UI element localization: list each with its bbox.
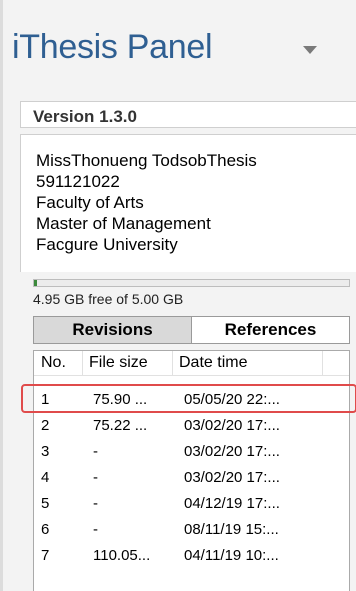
selected-row-highlight xyxy=(21,384,356,413)
row-no: 6 xyxy=(41,521,50,538)
chevron-down-icon xyxy=(303,46,317,54)
row-date-time: 03/02/20 17:... xyxy=(184,417,280,434)
row-date-time: 04/12/19 17:... xyxy=(184,495,280,512)
tab-revisions[interactable]: Revisions xyxy=(33,316,191,344)
row-file-size: 75.22 ... xyxy=(93,417,148,434)
tab-bar: Revisions References xyxy=(33,316,350,344)
column-header-no[interactable]: No. xyxy=(41,354,66,372)
row-file-size: - xyxy=(93,469,98,486)
table-row[interactable]: 3 - 03/02/20 17:... xyxy=(34,439,349,465)
student-id: 591121022 xyxy=(36,172,120,191)
table-row[interactable]: 6 - 08/11/19 15:... xyxy=(34,517,349,543)
row-file-size: 110.05... xyxy=(93,547,151,564)
storage-progress-fill xyxy=(34,280,38,286)
storage-progress-bar xyxy=(33,279,350,287)
table-row[interactable]: 4 - 03/02/20 17:... xyxy=(34,465,349,491)
column-header-date-time[interactable]: Date time xyxy=(179,354,247,372)
degree: Master of Management xyxy=(36,214,211,233)
row-no: 3 xyxy=(41,443,50,460)
version-box: Version 1.3.0 xyxy=(20,101,356,128)
row-file-size: - xyxy=(93,495,98,512)
list-header: No. File size Date time xyxy=(34,351,349,376)
row-date-time: 03/02/20 17:... xyxy=(184,469,280,486)
row-no: 2 xyxy=(41,417,50,434)
thesis-info-box: MissThonueng TodsobThesis 591121022 Facu… xyxy=(20,134,356,272)
row-file-size: - xyxy=(93,443,98,460)
row-no: 4 xyxy=(41,469,50,486)
row-no: 5 xyxy=(41,495,50,512)
table-row[interactable]: 7 110.05... 04/11/19 10:... xyxy=(34,543,349,569)
university: Facgure University xyxy=(36,235,178,254)
student-name-thesis: MissThonueng TodsobThesis xyxy=(36,151,257,170)
row-date-time: 08/11/19 15:... xyxy=(184,521,279,538)
row-no: 7 xyxy=(41,547,50,564)
panel-title: iThesis Panel xyxy=(12,28,213,66)
panel-menu-button[interactable] xyxy=(300,42,320,58)
row-date-time: 04/11/19 10:... xyxy=(184,547,279,564)
version-label: Version 1.3.0 xyxy=(33,107,137,126)
row-file-size: - xyxy=(93,521,98,538)
tab-references[interactable]: References xyxy=(191,316,350,344)
row-date-time: 03/02/20 17:... xyxy=(184,443,280,460)
panel-left-edge xyxy=(0,0,3,591)
faculty: Faculty of Arts xyxy=(36,193,144,212)
table-row[interactable]: 5 - 04/12/19 17:... xyxy=(34,491,349,517)
storage-text: 4.95 GB free of 5.00 GB xyxy=(33,291,184,307)
table-row[interactable]: 2 75.22 ... 03/02/20 17:... xyxy=(34,413,349,439)
column-header-file-size[interactable]: File size xyxy=(89,354,148,372)
